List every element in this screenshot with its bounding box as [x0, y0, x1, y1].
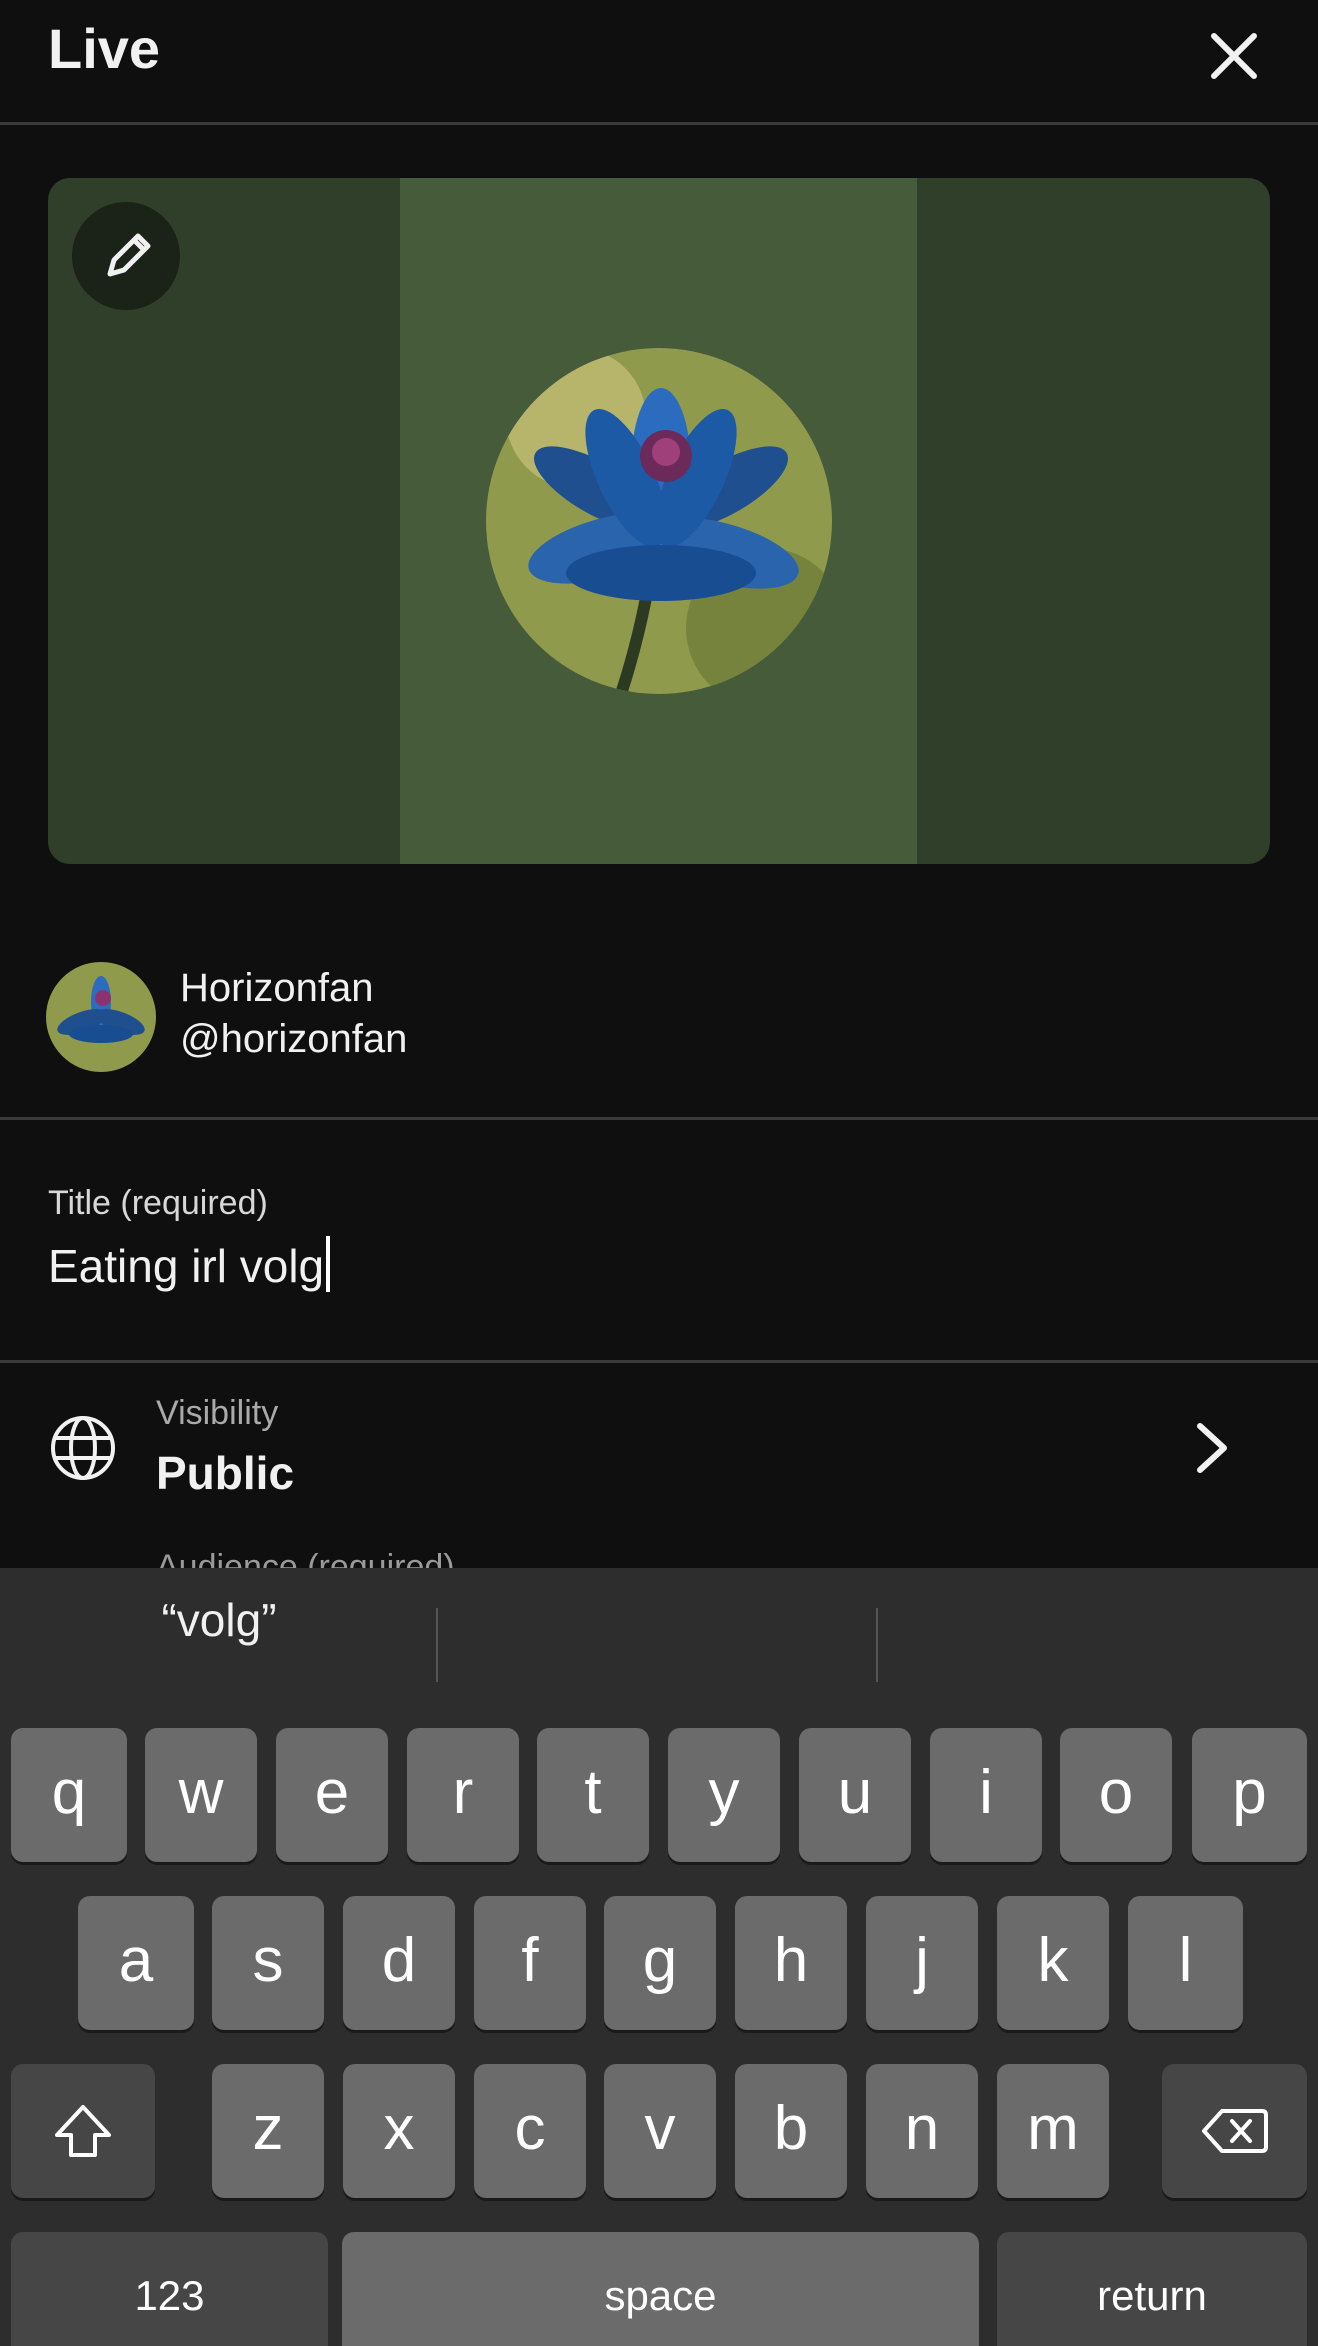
key-f[interactable]: f — [474, 1896, 586, 2030]
key-l[interactable]: l — [1128, 1896, 1243, 2030]
channel-name: Horizonfan — [180, 966, 374, 1010]
on-screen-keyboard: “volg” q w e r t y u i o p a s d f g h j… — [0, 1568, 1318, 2346]
key-z[interactable]: z — [212, 2064, 324, 2198]
key-v[interactable]: v — [604, 2064, 716, 2198]
key-b[interactable]: b — [735, 2064, 847, 2198]
stream-avatar — [486, 348, 832, 694]
key-s[interactable]: s — [212, 1896, 324, 2030]
key-o[interactable]: o — [1060, 1728, 1172, 1862]
visibility-value: Public — [156, 1447, 295, 1499]
key-j[interactable]: j — [866, 1896, 978, 2030]
suggestion-divider — [876, 1608, 878, 1682]
backspace-key[interactable] — [1162, 2064, 1307, 2198]
key-n[interactable]: n — [866, 2064, 978, 2198]
key-u[interactable]: u — [799, 1728, 911, 1862]
top-bar — [0, 0, 1318, 125]
key-x[interactable]: x — [343, 2064, 455, 2198]
key-i[interactable]: i — [930, 1728, 1042, 1862]
key-e[interactable]: e — [276, 1728, 388, 1862]
key-w[interactable]: w — [145, 1728, 257, 1862]
title-input[interactable]: Eating irl volg — [48, 1236, 331, 1293]
key-c[interactable]: c — [474, 2064, 586, 2198]
title-field-label: Title (required) — [48, 1184, 268, 1222]
key-g[interactable]: g — [604, 1896, 716, 2030]
space-key[interactable]: space — [342, 2232, 979, 2346]
chevron-right-icon[interactable] — [1192, 1420, 1232, 1476]
key-d[interactable]: d — [343, 1896, 455, 2030]
key-t[interactable]: t — [537, 1728, 649, 1862]
backspace-icon — [1201, 2109, 1268, 2153]
key-p[interactable]: p — [1192, 1728, 1307, 1862]
key-m[interactable]: m — [997, 2064, 1109, 2198]
suggestion-bar: “volg” — [0, 1568, 1318, 1682]
page-title: Live — [48, 17, 161, 80]
shift-key[interactable] — [11, 2064, 155, 2198]
key-a[interactable]: a — [78, 1896, 194, 2030]
text-caret — [326, 1236, 331, 1292]
suggestion-divider — [436, 1608, 438, 1682]
key-h[interactable]: h — [735, 1896, 847, 2030]
key-k[interactable]: k — [997, 1896, 1109, 2030]
visibility-label: Visibility — [156, 1394, 279, 1432]
close-icon[interactable] — [1200, 22, 1268, 90]
shift-icon — [55, 2105, 111, 2157]
key-y[interactable]: y — [668, 1728, 780, 1862]
suggestion-item[interactable]: “volg” — [0, 1568, 438, 1672]
globe-icon — [51, 1416, 115, 1480]
edit-thumbnail-button[interactable] — [72, 202, 180, 310]
key-q[interactable]: q — [11, 1728, 127, 1862]
title-input-value: Eating irl volg — [48, 1240, 325, 1292]
pencil-icon — [107, 233, 151, 277]
return-key[interactable]: return — [997, 2232, 1307, 2346]
divider — [0, 1117, 1318, 1120]
numbers-key[interactable]: 123 — [11, 2232, 328, 2346]
channel-avatar — [46, 962, 156, 1072]
channel-handle: @horizonfan — [180, 1017, 408, 1061]
key-r[interactable]: r — [407, 1728, 519, 1862]
